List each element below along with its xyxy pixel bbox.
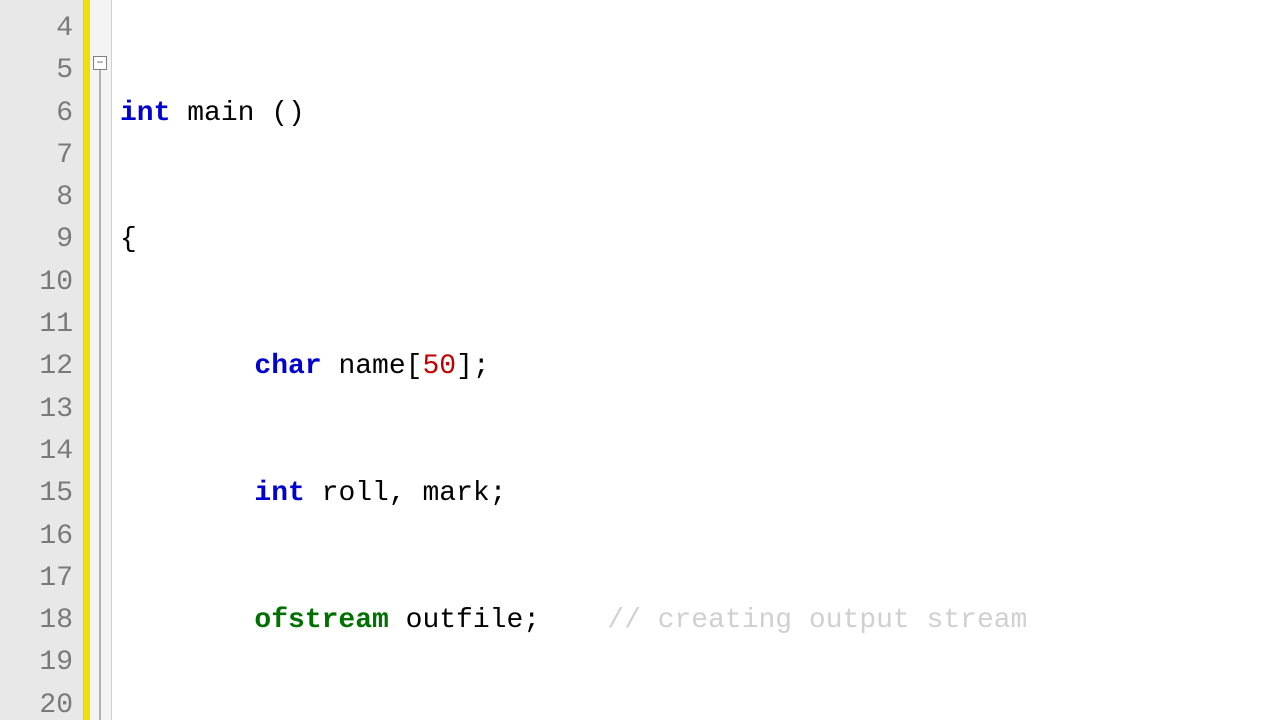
text: ]; xyxy=(456,351,490,382)
brace: { xyxy=(120,224,137,255)
fold-column: − xyxy=(90,0,112,720)
line-number-gutter: 4 5 6 7 8 9 10 11 12 13 14 15 16 17 18 1… xyxy=(0,0,84,720)
line-number: 18 xyxy=(0,600,73,642)
keyword: int xyxy=(120,98,170,129)
fold-toggle-icon[interactable]: − xyxy=(93,56,107,70)
line-number: 17 xyxy=(0,558,73,600)
line-number: 20 xyxy=(0,685,73,720)
text: () xyxy=(254,98,304,129)
code-line[interactable]: char name[50]; xyxy=(120,346,1280,388)
text: outfile; xyxy=(389,605,607,636)
line-number: 19 xyxy=(0,642,73,684)
code-line[interactable]: int main () xyxy=(120,93,1280,135)
line-number: 8 xyxy=(0,177,73,219)
line-number: 12 xyxy=(0,346,73,388)
line-number: 5 xyxy=(0,50,73,92)
line-number: 7 xyxy=(0,135,73,177)
number-literal: 50 xyxy=(422,351,456,382)
fold-guide-line xyxy=(99,70,101,720)
keyword: int xyxy=(254,478,304,509)
line-number: 6 xyxy=(0,93,73,135)
identifier: main xyxy=(187,98,254,129)
code-area[interactable]: int main () { char name[50]; int roll, m… xyxy=(112,0,1280,720)
keyword: char xyxy=(254,351,321,382)
code-line[interactable]: ofstream outfile; // creating output str… xyxy=(120,600,1280,642)
code-line[interactable]: int roll, mark; xyxy=(120,473,1280,515)
line-number: 4 xyxy=(0,8,73,50)
line-number: 9 xyxy=(0,219,73,261)
indent xyxy=(120,478,254,509)
line-number: 16 xyxy=(0,516,73,558)
text: name[ xyxy=(322,351,423,382)
line-number: 14 xyxy=(0,431,73,473)
indent xyxy=(120,351,254,382)
code-line[interactable]: { xyxy=(120,219,1280,261)
comment: // creating output stream xyxy=(607,605,1027,636)
code-editor[interactable]: 4 5 6 7 8 9 10 11 12 13 14 15 16 17 18 1… xyxy=(0,0,1280,720)
line-number: 10 xyxy=(0,262,73,304)
type: ofstream xyxy=(254,605,388,636)
text: roll, mark; xyxy=(305,478,507,509)
line-number: 13 xyxy=(0,389,73,431)
indent xyxy=(120,605,254,636)
line-number: 11 xyxy=(0,304,73,346)
line-number: 15 xyxy=(0,473,73,515)
